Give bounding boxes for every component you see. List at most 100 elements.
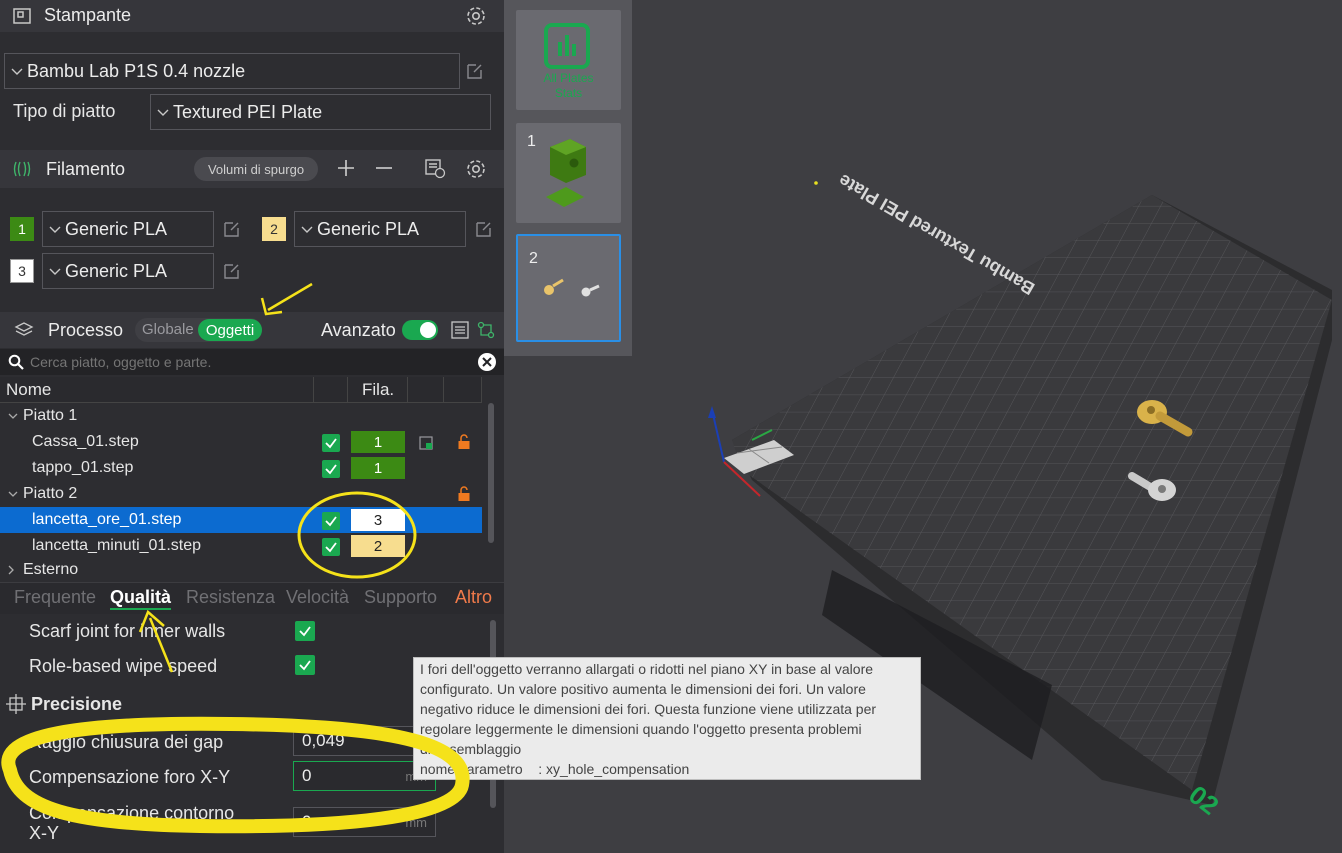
chevron-down-icon	[11, 68, 23, 75]
mode-objects-option[interactable]: Oggetti	[198, 319, 262, 341]
plate-number-1: 1	[527, 133, 536, 150]
tree-row-label: Cassa_01.step	[32, 433, 139, 450]
tab-other[interactable]: Altro	[455, 587, 492, 608]
printer-section-title: Stampante	[44, 5, 132, 25]
filament-sync-icon[interactable]	[424, 157, 446, 179]
object-visible-checkbox[interactable]	[322, 460, 340, 478]
support-paint-icon[interactable]	[418, 435, 434, 451]
printer-select[interactable]: Bambu Lab P1S 0.4 nozzle	[4, 53, 460, 89]
chevron-down-icon	[301, 226, 313, 233]
tree-row-object[interactable]: Cassa_01.step	[0, 429, 482, 455]
advanced-toggle[interactable]	[402, 320, 438, 340]
process-section-title: Processo	[48, 320, 124, 340]
plate-thumbnail-1[interactable]: 1	[516, 123, 621, 223]
object-filament-cell[interactable]: 2	[351, 535, 405, 557]
role-wipe-speed-label: Role-based wipe speed	[29, 656, 218, 676]
plate-2-preview	[544, 278, 600, 297]
contour-compensation-label: Compensazione contorno	[29, 803, 235, 823]
plate-1-preview	[546, 139, 586, 207]
gap-closing-label: Raggio chiusura dei gap	[29, 732, 224, 752]
object-filament-cell[interactable]: 1	[351, 431, 405, 453]
printer-edit-icon[interactable]	[465, 61, 485, 81]
tab-quality[interactable]: Qualità	[110, 587, 172, 610]
contour-compensation-label-2: X-Y	[29, 823, 60, 843]
tab-frequent[interactable]: Frequente	[14, 587, 96, 608]
tooltip-line: di assemblaggio	[420, 741, 522, 757]
filament-section-header: Filamento Volumi di spurgo	[0, 150, 504, 188]
tree-col-check[interactable]	[314, 377, 348, 403]
tab-strength[interactable]: Resistenza	[186, 587, 275, 608]
tree-col-extra2[interactable]	[444, 377, 482, 403]
chevron-down-icon	[8, 491, 18, 497]
add-filament-plus-icon[interactable]	[336, 158, 356, 178]
mode-global-option[interactable]: Globale	[142, 321, 194, 338]
filament-slot-1-name: Generic PLA	[65, 218, 168, 239]
tree-row-object-selected[interactable]: lancetta_ore_01.step	[0, 507, 482, 533]
tab-support[interactable]: Supporto	[364, 587, 437, 608]
tree-row-label: Esterno	[23, 561, 79, 578]
plate-type-select[interactable]: Textured PEI Plate	[150, 94, 491, 130]
filament-slot-3-edit-icon[interactable]	[222, 261, 242, 281]
process-mode-switch[interactable]: Globale Oggetti	[135, 318, 262, 342]
filament-slot-2-select[interactable]: Generic PLA	[294, 211, 466, 247]
filament-slot-3-badge[interactable]: 3	[10, 259, 34, 283]
tooltip-line: nome parametro : xy_hole_compensation	[420, 761, 690, 777]
tree-row-label: Piatto 1	[23, 407, 78, 424]
lock-icon[interactable]	[457, 486, 471, 502]
tab-speed[interactable]: Velocità	[286, 587, 349, 608]
tree-row-object[interactable]: lancetta_minuti_01.step	[0, 533, 482, 559]
object-visible-checkbox[interactable]	[322, 512, 340, 530]
filament-slot-3-name: Generic PLA	[65, 260, 168, 281]
tree-row-external[interactable]: Esterno	[0, 559, 482, 581]
tree-row-label: Piatto 2	[23, 485, 78, 502]
object-tree: Nome Fila. Piatto 1 Cassa_01.step 1 tapp…	[0, 377, 504, 582]
contour-compensation-value: 0	[302, 812, 312, 831]
filament-slot-1-badge[interactable]: 1	[10, 217, 34, 241]
tree-row-object[interactable]: tappo_01.step	[0, 455, 482, 481]
object-search-input[interactable]	[30, 354, 460, 370]
tree-row-plate-2[interactable]: Piatto 2	[0, 481, 482, 507]
tooltip-line: configurato. Un valore positivo aumenta …	[420, 681, 866, 697]
role-wipe-speed-checkbox[interactable]	[295, 655, 315, 675]
tooltip-line: regolare leggermente le dimensioni quand…	[420, 721, 862, 737]
tree-col-extra1[interactable]	[408, 377, 444, 403]
all-plates-stats-button[interactable]: All Plates Stats	[516, 10, 621, 110]
plates-panel: All Plates Stats 1 2	[504, 0, 632, 356]
object-filament-cell[interactable]: 3	[351, 509, 405, 531]
plate-type-value: Textured PEI Plate	[173, 101, 323, 122]
filament-slot-1-edit-icon[interactable]	[222, 219, 242, 239]
printer-select-value: Bambu Lab P1S 0.4 nozzle	[27, 60, 246, 81]
object-visible-checkbox[interactable]	[322, 538, 340, 556]
plate-thumbnail-2-selected[interactable]: 2	[516, 234, 621, 342]
tree-row-plate-1[interactable]: Piatto 1	[0, 403, 482, 429]
tooltip-line: negativo riduce le dimensioni dei fori. …	[420, 701, 877, 717]
object-visible-checkbox[interactable]	[322, 434, 340, 452]
remove-filament-minus-icon[interactable]	[374, 158, 394, 178]
printer-settings-gear-icon[interactable]	[465, 5, 487, 27]
filament-slot-3-select[interactable]: Generic PLA	[42, 253, 214, 289]
clear-search-icon[interactable]	[477, 352, 497, 372]
tree-col-fila[interactable]: Fila.	[348, 377, 408, 403]
hole-compensation-value: 0	[302, 766, 312, 785]
contour-compensation-input[interactable]: 0 mm	[293, 807, 436, 837]
chevron-down-icon	[157, 109, 169, 116]
filament-slot-2-name: Generic PLA	[317, 218, 420, 239]
process-compare-icon[interactable]	[476, 320, 496, 340]
advanced-label: Avanzato	[321, 320, 396, 340]
filament-slot-1-select[interactable]: Generic PLA	[42, 211, 214, 247]
tree-scrollbar[interactable]	[488, 403, 494, 543]
process-list-icon[interactable]	[450, 320, 470, 340]
tree-col-name[interactable]: Nome	[0, 377, 314, 403]
filament-settings-gear-icon[interactable]	[465, 158, 487, 180]
flush-volumes-button[interactable]: Volumi di spurgo	[194, 157, 318, 181]
search-icon	[8, 354, 24, 370]
parameter-tooltip: I fori dell'oggetto verranno allargati o…	[413, 657, 921, 780]
object-filament-cell[interactable]: 1	[351, 457, 405, 479]
hole-compensation-label: Compensazione foro X-Y	[29, 767, 231, 787]
filament-spool-icon	[12, 159, 32, 179]
filament-slot-2-badge[interactable]: 2	[262, 217, 286, 241]
plate-number-2: 2	[529, 250, 538, 267]
scarf-joint-checkbox[interactable]	[295, 621, 315, 641]
lock-icon[interactable]	[457, 434, 471, 450]
filament-slot-2-edit-icon[interactable]	[474, 219, 494, 239]
